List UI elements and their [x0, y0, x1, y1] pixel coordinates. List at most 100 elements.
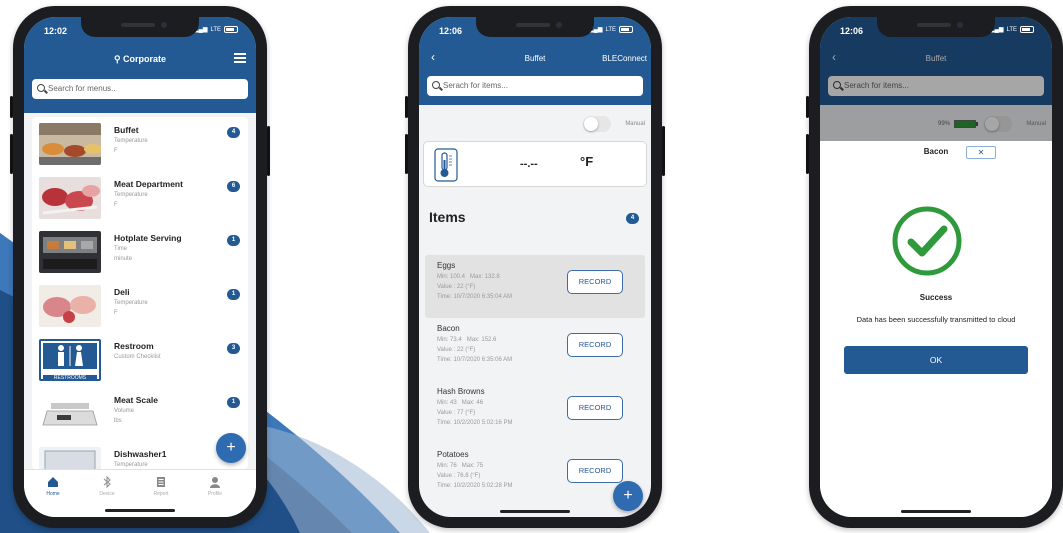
- tab-label: Home: [46, 491, 60, 497]
- restroom-thumbnail: RESTROOMS: [39, 339, 101, 381]
- mode-row: Manual: [419, 113, 651, 135]
- signal-icon: ▂▄▆ LTE: [589, 26, 633, 33]
- list-item[interactable]: Potatoes Min: 76 Max: 75 Value : 76.8 (°…: [425, 444, 645, 507]
- location-row: ⚲ Corporate: [24, 47, 256, 67]
- status-time: 12:02: [44, 26, 68, 36]
- list-item[interactable]: Eggs Min: 100.4 Max: 132.8 Value : 22 (°…: [425, 255, 645, 318]
- ok-button[interactable]: OK: [844, 346, 1028, 374]
- ble-connect-button[interactable]: BLEConnect: [602, 54, 647, 63]
- signal-icon: ▂▄▆ LTE: [990, 26, 1034, 33]
- search-placeholder: Search for menus..: [48, 84, 116, 93]
- nav-row: ‹ Buffet BLEConnect: [419, 47, 651, 67]
- menu-unit: F: [114, 310, 118, 316]
- manual-toggle[interactable]: [583, 116, 611, 132]
- item-max: Max: 75: [461, 463, 484, 469]
- location-selector[interactable]: ⚲ Corporate: [24, 54, 256, 65]
- notch: [476, 17, 594, 37]
- menu-type: Temperature: [114, 462, 148, 468]
- restroom-sign-label: RESTROOMS: [43, 375, 97, 381]
- search-input[interactable]: Search for menus..: [32, 79, 248, 99]
- tab-report[interactable]: Report: [136, 476, 186, 497]
- screen: 12:02 ▂▄▆ LTE ⚲ Corporate Search for men…: [24, 17, 256, 517]
- manual-label: Manual: [625, 121, 645, 127]
- phone-button: [10, 134, 13, 174]
- menu-unit: minute: [114, 256, 133, 262]
- success-check-icon: [892, 206, 962, 276]
- menu-type: Custom Checklist: [114, 354, 161, 360]
- tab-label: Device: [99, 491, 115, 497]
- carrier-label: LTE: [1006, 26, 1017, 33]
- search-icon: [37, 84, 45, 92]
- tab-device[interactable]: Device: [82, 476, 132, 497]
- hotplate-thumbnail: [39, 231, 101, 273]
- list-item[interactable]: Bacon Min: 73.4 Max: 152.6 Value : 22 (°…: [425, 318, 645, 381]
- count-badge: 1: [227, 289, 240, 300]
- thermometer-icon: [434, 148, 458, 182]
- carrier-label: LTE: [210, 26, 221, 33]
- list-item[interactable]: Meat Department Temperature F 6: [32, 171, 248, 225]
- home-icon: [48, 477, 58, 487]
- phone-success: 12:06 ▂▄▆ LTE ‹ Buffet Serach for items.…: [806, 6, 1063, 528]
- list-item[interactable]: Buffet Temperature F 4: [32, 117, 248, 171]
- item-min: Min: 76: [437, 463, 457, 469]
- item-time: Time: 10/7/2020 6:35:04 AM: [437, 294, 513, 300]
- home-indicator: [105, 509, 175, 512]
- menu-name: Buffet: [114, 125, 139, 135]
- phone-home: 12:02 ▂▄▆ LTE ⚲ Corporate Search for men…: [10, 6, 270, 528]
- count-badge: 6: [227, 181, 240, 192]
- meat-thumbnail: [39, 177, 101, 219]
- status-time: 12:06: [840, 26, 864, 36]
- menu-name: Meat Scale: [114, 395, 158, 405]
- items-list: Eggs Min: 100.4 Max: 132.8 Value : 22 (°…: [425, 255, 645, 507]
- restroom-icon: [43, 343, 97, 369]
- phone-button: [10, 96, 13, 118]
- close-icon[interactable]: ✕: [966, 146, 996, 159]
- menu-unit: F: [114, 202, 118, 208]
- menu-hamburger-icon[interactable]: [234, 53, 246, 63]
- record-button[interactable]: RECORD: [567, 333, 623, 357]
- search-input[interactable]: Serach for items...: [427, 76, 643, 96]
- notch: [877, 17, 995, 37]
- home-indicator: [500, 510, 570, 513]
- dialog-title: Bacon: [923, 147, 949, 156]
- scale-thumbnail: [39, 393, 101, 435]
- phone-button: [806, 134, 809, 174]
- item-name: Bacon: [437, 324, 460, 333]
- tab-home[interactable]: Home: [28, 476, 78, 497]
- menu-type: Time: [114, 246, 128, 252]
- add-item-button[interactable]: +: [613, 481, 643, 511]
- battery-icon: [224, 26, 238, 33]
- count-badge: 3: [227, 343, 240, 354]
- item-name: Hash Browns: [437, 387, 485, 396]
- phone-button: [662, 126, 665, 176]
- tab-profile[interactable]: Profile: [190, 476, 240, 497]
- add-menu-button[interactable]: +: [216, 433, 246, 463]
- tab-bar: Home Device Report Profile: [24, 469, 256, 517]
- record-button[interactable]: RECORD: [567, 396, 623, 420]
- item-max: Max: 132.8: [470, 274, 500, 280]
- list-item[interactable]: Meat Scale Volume lbs 1: [32, 387, 248, 441]
- list-item[interactable]: Deli Temperature F 1: [32, 279, 248, 333]
- record-button[interactable]: RECORD: [567, 459, 623, 483]
- list-item[interactable]: Hash Browns Min: 43 Max: 46 Value : 77 (…: [425, 381, 645, 444]
- success-label: Success: [919, 293, 953, 302]
- location-pin-icon: ⚲: [113, 54, 121, 64]
- menu-name: Restroom: [114, 341, 154, 351]
- report-icon: [157, 477, 165, 487]
- bluetooth-icon: [103, 476, 111, 488]
- phone-items: 12:06 ▂▄▆ LTE ‹ Buffet BLEConnect Serach…: [405, 6, 665, 528]
- phone-button: [806, 96, 809, 118]
- status-time: 12:06: [439, 26, 463, 36]
- list-item[interactable]: RESTROOMS Restroom Custom Checklist 3: [32, 333, 248, 387]
- home-indicator: [901, 510, 971, 513]
- list-item[interactable]: Hotplate Serving Time minute 1: [32, 225, 248, 279]
- record-button[interactable]: RECORD: [567, 270, 623, 294]
- success-message: Data has been successfully transmitted t…: [856, 315, 1016, 324]
- items-count-badge: 4: [626, 213, 639, 224]
- dishwasher-thumbnail: [39, 447, 101, 469]
- menu-name: Hotplate Serving: [114, 233, 182, 243]
- notch: [81, 17, 199, 37]
- item-name: Eggs: [437, 261, 456, 270]
- item-min: Min: 100.4: [437, 274, 466, 280]
- count-badge: 1: [227, 397, 240, 408]
